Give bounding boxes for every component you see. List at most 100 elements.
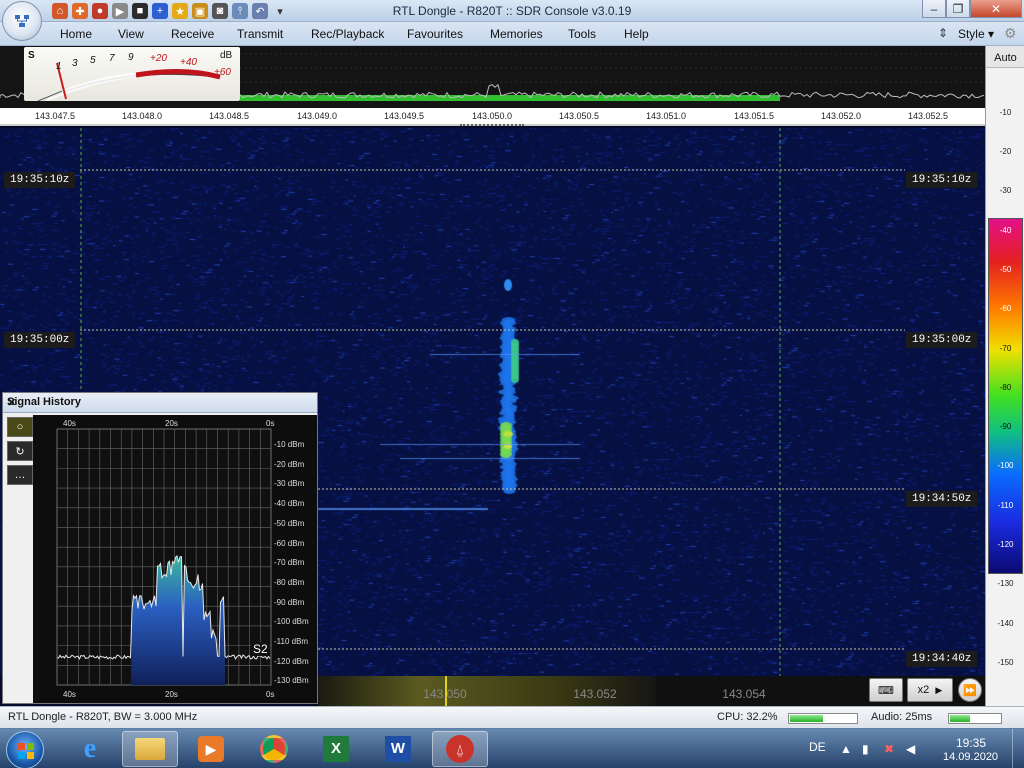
freq-label: 143.052.0 <box>820 111 862 121</box>
gear-icon[interactable]: ⚙ <box>1004 25 1017 42</box>
clock-date[interactable]: 14.09.2020 <box>943 751 998 763</box>
minimize-button[interactable]: – <box>922 0 946 18</box>
history-time-tick: 40s <box>63 419 76 428</box>
clock-time[interactable]: 19:35 <box>956 736 986 750</box>
menu-memories[interactable]: Memories <box>490 27 543 41</box>
language-indicator[interactable]: DE <box>809 740 826 754</box>
app-logo-icon <box>15 15 29 27</box>
playback-button[interactable]: ⏩ <box>958 678 982 702</box>
more-tool-button[interactable]: … <box>7 465 33 485</box>
more-icon: … <box>14 469 26 481</box>
menu-home[interactable]: Home <box>60 27 92 41</box>
fast-forward-icon: ⏩ <box>963 684 977 697</box>
freq-label: 143.051.5 <box>733 111 775 121</box>
signal-history-tools: ○ ↻ … <box>7 415 33 485</box>
signal-history-titlebar[interactable]: Signal History ✕ <box>3 393 317 413</box>
keyboard-button[interactable]: ⌨ <box>869 678 903 702</box>
close-button[interactable]: ✕ <box>970 0 1022 18</box>
db-scale-label: -80 <box>999 383 1012 392</box>
s-meter-tick: +20 <box>150 53 167 64</box>
db-scale-label: -130 <box>997 579 1014 588</box>
refresh-icon: ↻ <box>15 445 25 458</box>
menu-rec-playback[interactable]: Rec/Playback <box>311 27 384 41</box>
db-scale[interactable]: Auto -10 -20 -30 -40 -50 -60 -70 -80 -90 -100 -110… <box>985 46 1024 706</box>
s-meter-tick: 7 <box>109 53 115 64</box>
circle-tool-button[interactable]: ○ <box>7 417 33 437</box>
show-desktop-button[interactable] <box>1012 729 1024 768</box>
zoom-label: x2 <box>917 684 930 696</box>
zoom-button[interactable]: x2 ▶ <box>907 678 953 702</box>
history-db-label: -80 dBm <box>274 577 305 587</box>
menu-help[interactable]: Help <box>624 27 649 41</box>
history-db-label: -50 dBm <box>274 518 305 528</box>
freq-label: 143.049.0 <box>296 111 338 121</box>
sdr-console-task[interactable]: ⍙ <box>432 731 488 767</box>
freq-label: 143.048.0 <box>121 111 163 121</box>
s-meter-tick: 3 <box>72 58 78 69</box>
excel-task[interactable]: X <box>308 731 364 767</box>
freq-label: 143.047.5 <box>34 111 76 121</box>
s-meter-tick: 5 <box>90 55 96 66</box>
word-task[interactable]: W <box>370 731 426 767</box>
s-meter-db-label: dB <box>220 50 233 61</box>
circle-icon: ○ <box>16 421 24 433</box>
s-meter-tick: +60 <box>214 67 231 78</box>
db-scale-label: -30 <box>999 186 1012 195</box>
device-icon[interactable]: ▮ <box>862 742 869 756</box>
chrome-icon <box>260 735 288 763</box>
history-db-label: -130 dBm <box>274 676 309 686</box>
audio-latency-label: Audio: 25ms <box>871 711 933 723</box>
status-device-info: RTL Dongle - R820T, BW = 3.000 MHz <box>8 711 198 723</box>
internet-explorer-task[interactable]: e <box>62 731 118 767</box>
folder-icon <box>135 738 165 760</box>
network-disconnected-icon[interactable]: ✖ <box>884 742 894 756</box>
sdr-console-icon: ⍙ <box>446 735 474 763</box>
s-meter-tick: 1 <box>56 61 62 72</box>
excel-icon: X <box>323 736 349 762</box>
auto-scale-button[interactable]: Auto <box>986 46 1024 68</box>
menu-view[interactable]: View <box>118 27 144 41</box>
style-updown-icon[interactable]: ⇕ <box>938 26 948 40</box>
freq-label: 143.049.5 <box>383 111 425 121</box>
history-time-tick: 20s <box>165 690 178 699</box>
menu-receive[interactable]: Receive <box>171 27 214 41</box>
db-scale-label: -50 <box>999 265 1012 274</box>
signal-history-close-button[interactable]: ✕ <box>7 396 313 409</box>
history-db-label: -110 dBm <box>274 637 309 646</box>
restore-button[interactable]: ❐ <box>946 0 970 18</box>
history-db-label: -30 dBm <box>274 479 305 489</box>
chrome-task[interactable] <box>246 731 302 767</box>
history-db-label: -60 dBm <box>274 538 305 548</box>
signal-history-panel: Signal History ✕ ○ ↻ … 40s 20s 0s 40s 20… <box>2 392 318 704</box>
history-time-tick: 40s <box>63 690 76 699</box>
history-db-label: -40 dBm <box>274 499 305 509</box>
reset-tool-button[interactable]: ↻ <box>7 441 33 461</box>
menu-transmit[interactable]: Transmit <box>237 27 283 41</box>
signal-history-plot[interactable]: 40s 20s 0s 40s 20s 0s -10 dBm -20 dBm -30 … <box>33 415 317 703</box>
show-hidden-icons[interactable]: ▲ <box>840 742 852 756</box>
bottom-freq-label: 143.050 <box>423 687 467 701</box>
bottom-frequency-strip[interactable]: 143.050 143.052 143.054 ⌨ x2 ▶ ⏩ <box>318 676 985 706</box>
application-menu-button[interactable] <box>2 1 42 41</box>
bottom-freq-label: 143.054 <box>722 687 766 701</box>
zoom-arrow-icon: ▶ <box>935 684 943 695</box>
menu-favourites[interactable]: Favourites <box>407 27 463 41</box>
db-scale-label: -150 <box>997 658 1014 667</box>
cpu-usage-label: CPU: 32.2% <box>717 711 778 723</box>
db-scale-label: -10 <box>999 108 1012 117</box>
history-time-tick: 20s <box>165 419 178 428</box>
freq-label: 143.051.0 <box>645 111 687 121</box>
media-player-task[interactable]: ▶ <box>183 731 239 767</box>
s-reading-label: S2 <box>251 642 270 656</box>
timestamp-right: 19:34:40z <box>906 651 978 667</box>
history-db-label: -90 dBm <box>274 597 305 607</box>
style-menu[interactable]: Style ▾ <box>958 27 994 41</box>
timestamp-left: 19:35:10z <box>4 172 76 188</box>
volume-icon[interactable]: ◀ <box>906 742 915 756</box>
explorer-task[interactable] <box>122 731 178 767</box>
freq-label: 143.050.5 <box>558 111 600 121</box>
menu-tools[interactable]: Tools <box>568 27 596 41</box>
timestamp-right: 19:34:50z <box>906 491 978 507</box>
splitter-handle[interactable] <box>460 124 524 127</box>
start-button[interactable] <box>6 731 44 768</box>
